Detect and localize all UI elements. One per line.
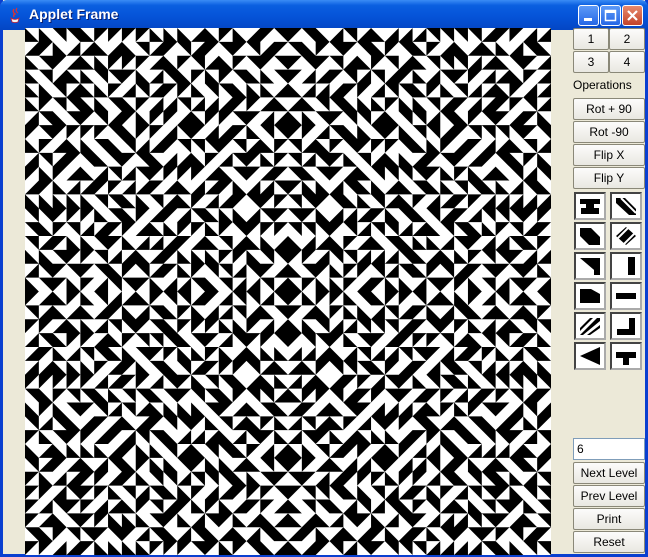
tile-vertical-bar[interactable]	[610, 252, 642, 280]
pattern-triangles	[25, 28, 551, 555]
left-triangle-icon	[580, 347, 600, 365]
flip-x-button[interactable]: Flip X	[573, 144, 645, 166]
tile-horizontal-bar[interactable]	[610, 282, 642, 310]
prev-level-button[interactable]: Prev Level	[573, 485, 645, 507]
tile-diagonal-stripe[interactable]	[610, 192, 642, 220]
level-input[interactable]	[573, 438, 645, 460]
pattern-canvas[interactable]	[25, 28, 551, 555]
reset-button[interactable]: Reset	[573, 531, 645, 553]
tile-t-inverted[interactable]	[610, 342, 642, 370]
maximize-icon	[604, 9, 617, 22]
vertical-bar-icon	[628, 257, 635, 275]
next-level-button[interactable]: Next Level	[573, 462, 645, 484]
t-inverted-icon	[616, 352, 636, 365]
tile-triangle-corner[interactable]	[574, 252, 606, 280]
flip-y-button[interactable]: Flip Y	[573, 167, 645, 189]
tile-left-triangle[interactable]	[574, 342, 606, 370]
tile-trapezoid[interactable]	[574, 282, 606, 310]
minimize-icon	[584, 18, 592, 21]
tile-rotate-pinwheel[interactable]	[610, 222, 642, 250]
print-button[interactable]: Print	[573, 508, 645, 530]
tileset-1-button[interactable]: 1	[573, 28, 609, 50]
tileset-4-button[interactable]: 4	[609, 51, 645, 73]
tileset-2-button[interactable]: 2	[609, 28, 645, 50]
tile-double-diagonal[interactable]	[574, 312, 606, 340]
close-button[interactable]	[622, 5, 643, 26]
chamfer-icon	[580, 228, 600, 245]
triangle-corner-icon	[580, 258, 600, 275]
applet-window: Applet Frame 1 2 3 4 Operations Rot + 90…	[0, 0, 648, 557]
rot-minus-90-button[interactable]: Rot -90	[573, 121, 645, 143]
title-bar[interactable]: Applet Frame	[0, 0, 648, 30]
operations-label: Operations	[573, 78, 632, 92]
tile-l-corner[interactable]	[610, 312, 642, 340]
tile-t-shape[interactable]	[574, 192, 606, 220]
double-diagonal-icon	[580, 318, 600, 335]
tiling-pattern	[25, 28, 551, 555]
rot-plus-90-button[interactable]: Rot + 90	[573, 98, 645, 120]
diagonal-stripe-icon	[616, 197, 637, 215]
maximize-button[interactable]	[600, 5, 621, 26]
window-title: Applet Frame	[29, 6, 119, 22]
trapezoid-icon	[580, 289, 600, 303]
close-icon	[627, 10, 638, 21]
pinwheel-icon	[616, 227, 636, 245]
l-corner-icon	[617, 318, 635, 335]
minimize-button[interactable]	[578, 5, 599, 26]
t-shape-icon	[580, 199, 600, 214]
java-icon	[10, 7, 20, 23]
tileset-3-button[interactable]: 3	[573, 51, 609, 73]
horizontal-bar-icon	[616, 293, 636, 299]
tile-chamfer[interactable]	[574, 222, 606, 250]
